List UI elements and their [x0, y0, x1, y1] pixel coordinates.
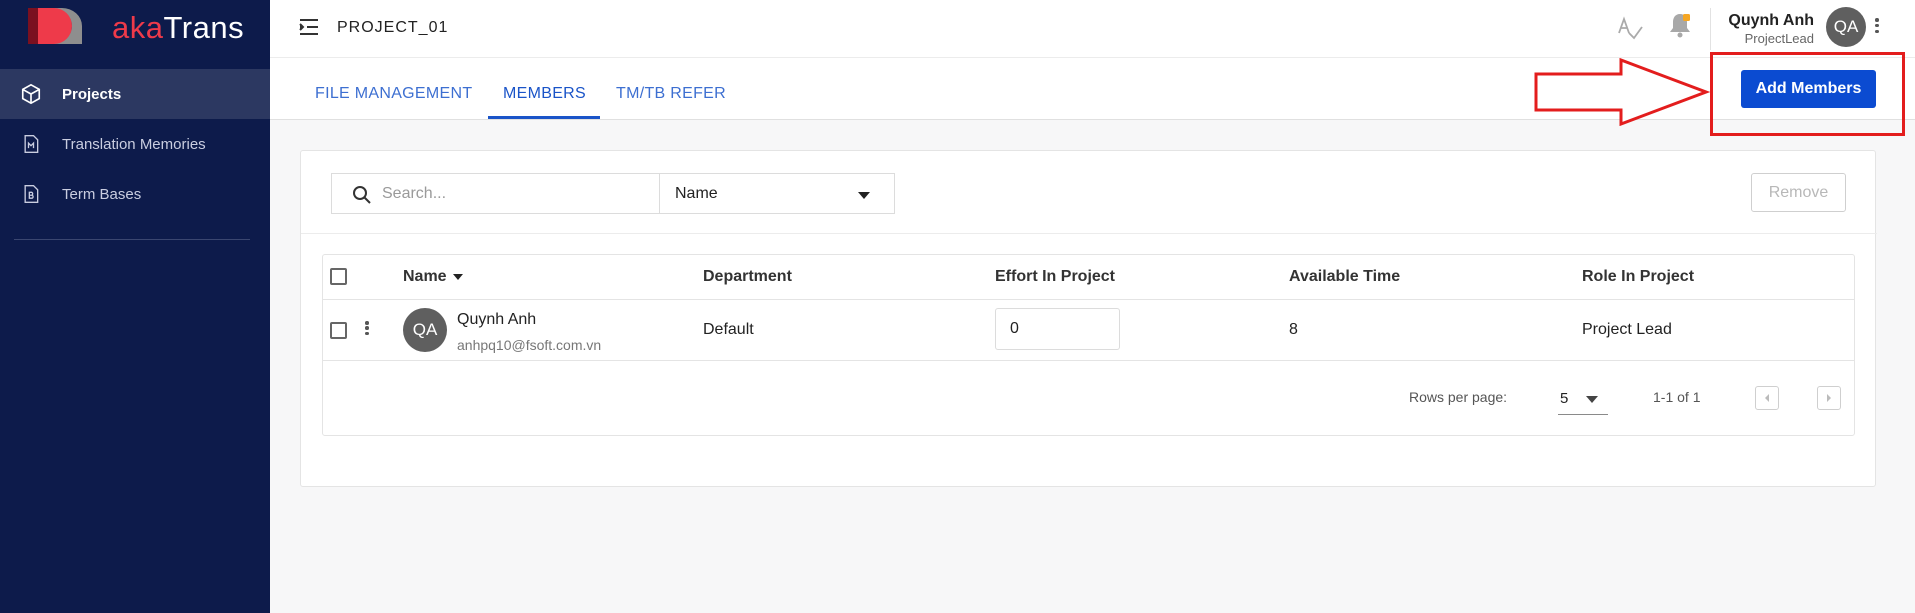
sidebar-item-projects[interactable]: Projects	[0, 69, 270, 119]
annotation-arrow-icon	[1534, 58, 1710, 126]
spellcheck-icon[interactable]	[1615, 13, 1645, 43]
memory-doc-icon	[20, 133, 42, 155]
filter-field-select[interactable]: Name	[659, 173, 895, 214]
menu-toggle-icon[interactable]	[298, 16, 320, 38]
table-header-row: Name Department Effort In Project Availa…	[323, 255, 1854, 300]
prev-page-button[interactable]	[1755, 386, 1779, 410]
chevron-down-icon	[1586, 396, 1598, 403]
termbase-doc-icon	[20, 183, 42, 205]
sidebar-divider	[14, 239, 250, 240]
effort-input[interactable]	[995, 308, 1120, 350]
member-department: Default	[703, 321, 754, 338]
sidebar-item-translation-memories[interactable]: Translation Memories	[0, 119, 270, 169]
column-header-available-time: Available Time	[1289, 268, 1401, 285]
aka-logo-icon	[28, 8, 82, 44]
column-header-name[interactable]: Name	[403, 268, 463, 286]
chevron-left-icon	[1765, 394, 1769, 402]
app-logo[interactable]: akaTrans	[24, 6, 244, 46]
row-menu-kebab-icon[interactable]	[363, 321, 371, 335]
top-bar: PROJECT_01 Quynh Anh ProjectLead QA	[270, 0, 1915, 58]
chevron-right-icon	[1827, 394, 1831, 402]
sidebar-item-term-bases[interactable]: Term Bases	[0, 169, 270, 219]
members-table: Name Department Effort In Project Availa…	[322, 254, 1855, 436]
filter-field-value: Name	[675, 185, 718, 202]
project-title: PROJECT_01	[337, 19, 449, 36]
member-avatar: QA	[403, 308, 447, 352]
rows-per-page-select[interactable]: 5	[1558, 381, 1608, 415]
member-role: Project Lead	[1582, 321, 1672, 338]
sidebar-nav: Projects Translation Memories Term Bases	[0, 69, 270, 219]
column-header-department: Department	[703, 268, 792, 285]
column-header-effort: Effort In Project	[995, 268, 1116, 285]
rows-per-page-value: 5	[1560, 390, 1569, 407]
search-icon	[353, 186, 371, 204]
member-email: anhpq10@fsoft.com.vn	[457, 337, 602, 353]
user-menu-kebab-icon[interactable]	[1873, 18, 1881, 33]
tab-file-management[interactable]: FILE MANAGEMENT	[315, 85, 472, 103]
row-checkbox[interactable]	[330, 322, 347, 339]
member-name: Quynh Anh	[457, 311, 537, 328]
chevron-down-icon	[858, 192, 870, 199]
table-row: QA Quynh Anh anhpq10@fsoft.com.vn Defaul…	[323, 300, 1854, 361]
tab-tm-tb-refer[interactable]: TM/TB REFER	[616, 85, 726, 103]
rows-per-page-label: Rows per page:	[1409, 389, 1508, 405]
column-header-role: Role In Project	[1582, 268, 1695, 285]
active-tab-indicator	[488, 116, 600, 119]
notification-bell-icon[interactable]	[1665, 10, 1695, 40]
sidebar: akaTrans Projects Translation Memories T…	[0, 0, 270, 613]
annotation-highlight-box	[1710, 52, 1905, 136]
select-all-checkbox[interactable]	[330, 268, 347, 285]
sidebar-item-label: Translation Memories	[62, 135, 206, 153]
box-icon	[20, 83, 42, 105]
sidebar-item-label: Projects	[62, 85, 122, 103]
user-divider	[1710, 8, 1711, 50]
pagination: Rows per page: 5 1-1 of 1	[323, 361, 1854, 436]
card-divider	[301, 233, 1877, 234]
members-card: Name Remove Name Department Effort In Pr…	[300, 150, 1877, 487]
tab-members[interactable]: MEMBERS	[503, 85, 586, 103]
sidebar-item-label: Term Bases	[62, 185, 142, 203]
user-name: Quynh Anh	[1728, 12, 1814, 29]
user-role: ProjectLead	[1744, 31, 1814, 46]
remove-button[interactable]: Remove	[1751, 173, 1846, 212]
search-field	[331, 173, 659, 214]
app-name: akaTrans	[112, 10, 245, 45]
pagination-range: 1-1 of 1	[1653, 389, 1701, 405]
sort-desc-icon	[452, 273, 463, 280]
member-available-time: 8	[1289, 321, 1298, 338]
next-page-button[interactable]	[1817, 386, 1841, 410]
search-input[interactable]	[382, 182, 642, 206]
user-avatar[interactable]: QA	[1826, 7, 1866, 47]
